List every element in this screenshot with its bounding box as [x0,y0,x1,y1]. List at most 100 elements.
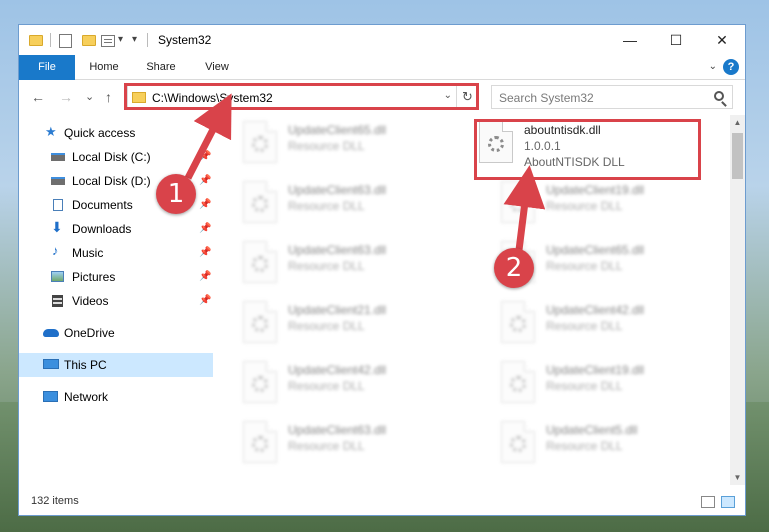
help-icon[interactable]: ? [723,59,739,75]
dll-file-icon [501,301,535,343]
divider [50,33,51,47]
sidebar-item-videos[interactable]: Videos 📌 [19,289,213,313]
large-icons-view-icon[interactable] [721,496,735,508]
chevron-down-icon[interactable]: ▾ [118,34,123,45]
dll-file-icon [243,121,277,163]
pin-icon[interactable]: 📌 [199,217,211,241]
file-description: Resource DLL [546,259,623,273]
scroll-down-icon[interactable]: ▼ [730,470,745,485]
customize-toolbar-icon[interactable]: ▾ [132,34,137,45]
pin-icon[interactable]: 📌 [199,169,211,193]
sidebar-item-music[interactable]: ♪ Music 📌 [19,241,213,265]
customize-icon[interactable] [101,35,115,47]
file-name: UpdateClient65.dll [288,123,387,137]
window-title: System32 [158,33,212,47]
drive-icon [51,153,65,161]
video-icon [52,295,63,307]
details-view-icon[interactable] [701,496,715,508]
dll-file-icon [243,241,277,283]
pin-icon[interactable]: 📌 [199,289,211,313]
sidebar-item-local-disk-c[interactable]: Local Disk (C:) 📌 [19,145,213,169]
vertical-scrollbar[interactable]: ▲ ▼ [730,115,745,485]
file-name: UpdateClient63.dll [288,183,387,197]
file-highlight [474,119,701,180]
list-item[interactable]: UpdateClient63.dll Resource DLL [241,239,471,289]
new-folder-icon[interactable] [82,35,96,46]
pin-icon[interactable]: 📌 [199,265,211,289]
dll-file-icon [243,301,277,343]
star-icon: ★ [45,124,57,139]
pin-icon[interactable]: 📌 [199,193,211,217]
list-item[interactable]: UpdateClient63.dll Resource DLL [241,419,471,469]
network-icon [43,391,58,402]
list-item[interactable]: UpdateClient19.dll Resource DLL [499,359,729,409]
divider [147,33,148,47]
tab-view[interactable]: View [195,55,239,80]
forward-button[interactable]: → [59,89,73,105]
list-item[interactable]: UpdateClient19.dll Resource DLL [499,179,729,229]
dll-file-icon [243,421,277,463]
file-name: UpdateClient19.dll [546,183,645,197]
list-item[interactable]: UpdateClient21.dll Resource DLL [241,299,471,349]
sidebar-item-label: Local Disk (D:) [72,174,151,188]
expand-ribbon-icon[interactable]: ⌄ [709,61,717,72]
file-name: UpdateClient5.dll [546,423,638,437]
up-button[interactable]: ↑ [105,89,112,105]
cloud-icon [43,329,59,337]
close-button[interactable]: ✕ [699,25,745,55]
file-description: Resource DLL [546,319,623,333]
list-item[interactable]: UpdateClient42.dll Resource DLL [499,299,729,349]
ribbon: File Home Share View ⌄ ? [19,55,745,80]
file-name: UpdateClient42.dll [546,303,645,317]
sidebar-item-onedrive[interactable]: OneDrive [19,321,213,345]
sidebar-item-network[interactable]: Network [19,385,213,409]
minimize-button[interactable]: — [607,25,653,55]
item-count: 132 items [31,495,79,507]
computer-icon [43,359,59,369]
sidebar-item-label: Videos [72,294,109,308]
sidebar-item-downloads[interactable]: ⬇ Downloads 📌 [19,217,213,241]
maximize-button[interactable]: ☐ [653,25,699,55]
pin-icon[interactable]: 📌 [199,241,211,265]
sidebar-item-quick-access[interactable]: ★ Quick access [19,121,213,145]
file-description: Resource DLL [546,199,623,213]
dll-file-icon [243,181,277,223]
callout-badge-2: 2 [494,248,534,288]
file-description: Resource DLL [288,439,365,453]
sidebar-item-label: Network [64,390,109,404]
list-item[interactable]: UpdateClient65.dll Resource DLL [241,119,471,169]
address-highlight [124,83,479,110]
search-icon[interactable] [714,91,724,101]
sidebar-item-pictures[interactable]: Pictures 📌 [19,265,213,289]
recent-locations-button[interactable]: ⌄ [85,90,94,103]
sidebar-item-label: Local Disk (C:) [72,150,151,164]
sidebar-item-label: Music [72,246,104,260]
list-item[interactable]: UpdateClient63.dll Resource DLL [241,179,471,229]
sidebar-item-this-pc[interactable]: This PC [19,353,213,377]
scroll-up-icon[interactable]: ▲ [730,115,745,130]
file-name: UpdateClient63.dll [288,243,387,257]
document-icon [53,199,63,211]
file-description: Resource DLL [288,319,365,333]
file-description: Resource DLL [288,199,365,213]
title-bar: ▾ ▾ System32 — ☐ ✕ [19,25,745,55]
pin-icon[interactable]: 📌 [199,145,211,169]
dll-file-icon [243,361,277,403]
file-description: Resource DLL [546,379,623,393]
search-input[interactable]: Search System32 [491,85,733,109]
file-description: Resource DLL [288,139,365,153]
file-description: Resource DLL [288,259,365,273]
list-item[interactable]: UpdateClient5.dll Resource DLL [499,419,729,469]
tab-share[interactable]: Share [137,55,185,80]
back-button[interactable]: ← [31,89,45,105]
list-item[interactable]: UpdateClient42.dll Resource DLL [241,359,471,409]
scrollbar-thumb[interactable] [732,133,743,179]
tab-file[interactable]: File [19,55,75,80]
status-bar: 132 items [19,491,745,515]
tab-home[interactable]: Home [81,55,127,80]
navigation-pane: ★ Quick access Local Disk (C:) 📌 Local D… [19,115,213,485]
file-name: UpdateClient65.dll [546,243,645,257]
file-name: UpdateClient63.dll [288,423,387,437]
sidebar-item-label: Quick access [64,126,136,140]
properties-icon[interactable] [59,34,72,48]
